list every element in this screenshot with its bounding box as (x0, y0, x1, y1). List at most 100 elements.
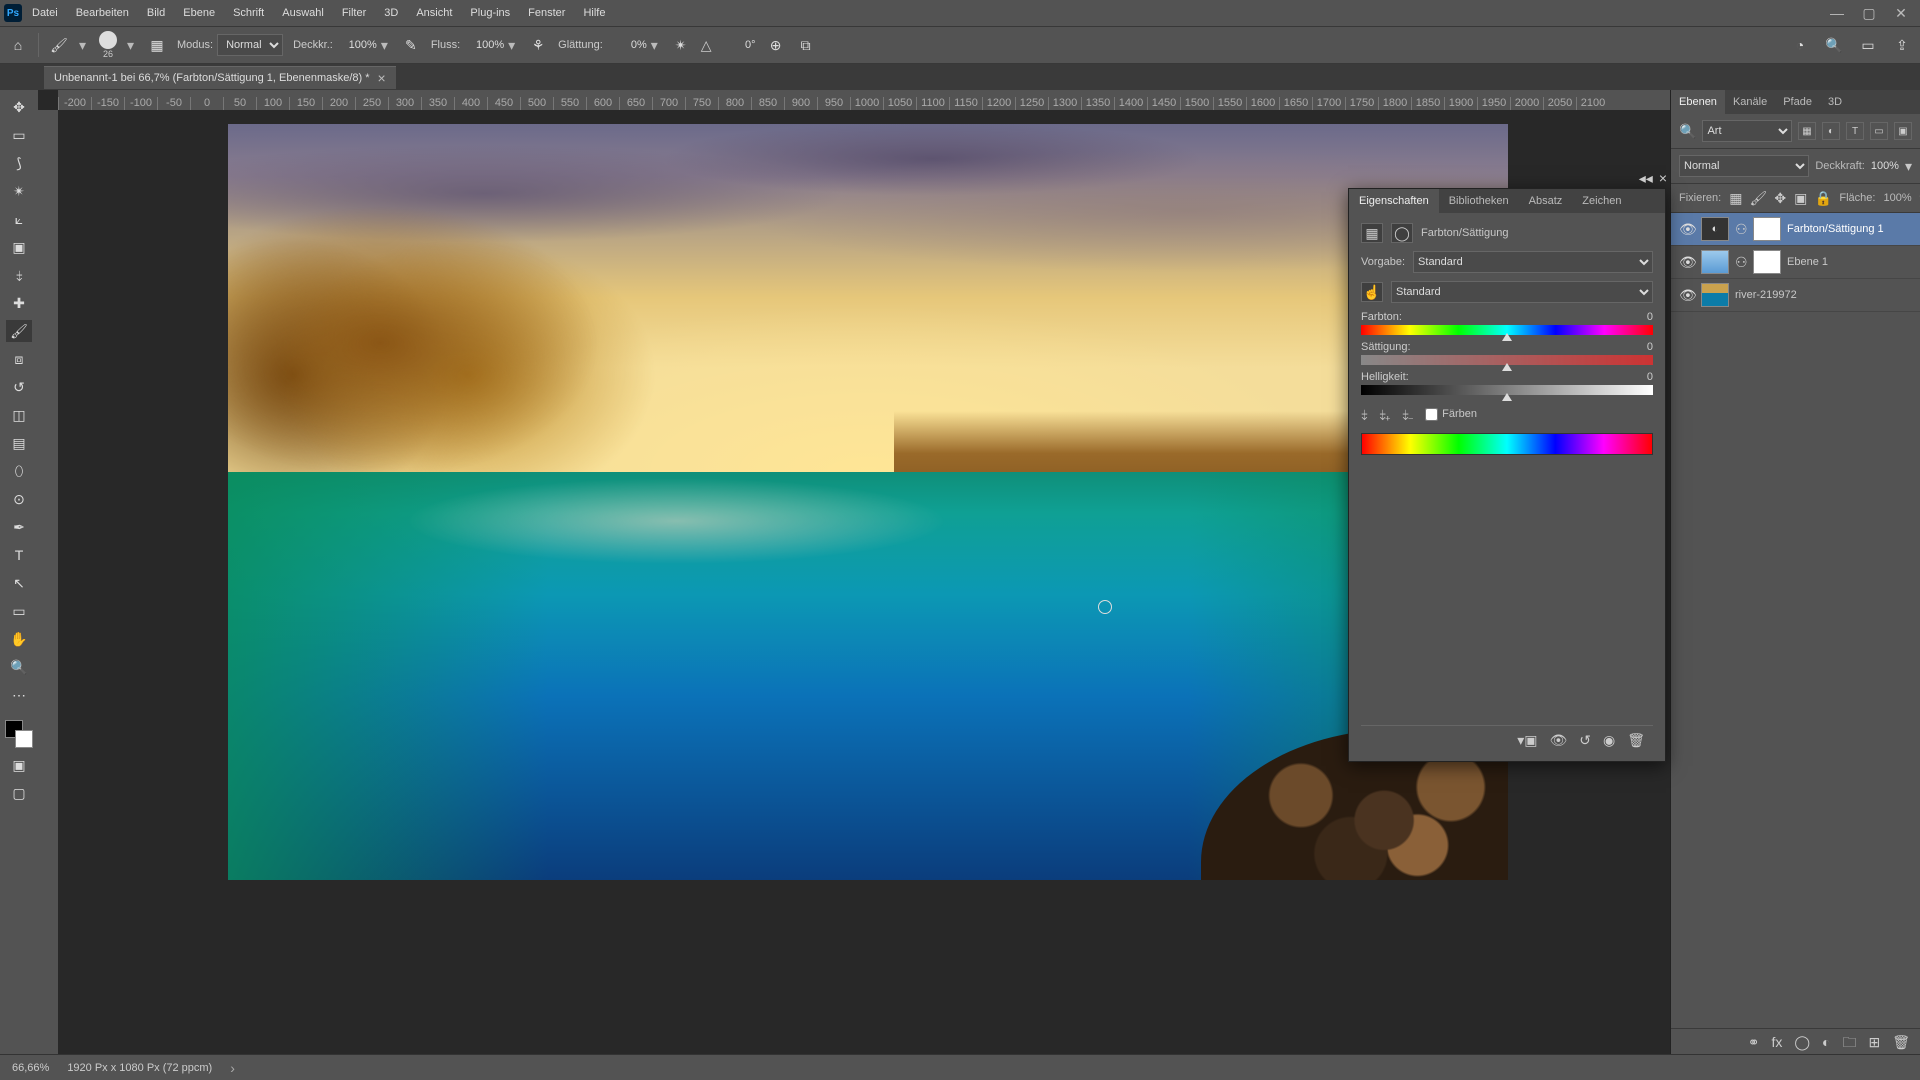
lock-transparency-icon[interactable]: ▦ (1729, 190, 1742, 206)
tab-3d[interactable]: 3D (1820, 90, 1850, 114)
lightness-slider[interactable]: Helligkeit:0 (1361, 371, 1653, 395)
menu-bearbeiten[interactable]: Bearbeiten (68, 3, 137, 23)
delete-adjustment-icon[interactable]: 🗑 (1627, 733, 1645, 747)
brush-picker-dropdown-icon[interactable]: ▾ (127, 38, 137, 52)
menu-3d[interactable]: 3D (376, 3, 406, 23)
stamp-tool[interactable]: ⧈ (6, 348, 32, 370)
zoom-level[interactable]: 66,66% (12, 1062, 49, 1074)
search-icon[interactable]: 🔍 (1824, 35, 1844, 55)
link-layers-icon[interactable]: ⚭ (1748, 1035, 1760, 1049)
cloud-docs-icon[interactable]: ◔ (1790, 35, 1810, 55)
layer-name[interactable]: Farbton/Sättigung 1 (1787, 223, 1912, 235)
layer-blend-select[interactable]: Normal (1679, 155, 1809, 177)
flow-value[interactable]: 100% (464, 39, 504, 51)
close-panel-icon[interactable]: × (1659, 171, 1667, 185)
path-tool[interactable]: ↖ (6, 572, 32, 594)
layer-name[interactable]: river-219972 (1735, 289, 1912, 301)
layer-fx-icon[interactable]: fx (1771, 1035, 1782, 1049)
layer-row[interactable]: 👁 ◐ ⚇ Farbton/Sättigung 1 (1671, 213, 1920, 246)
layer-thumb[interactable] (1701, 250, 1729, 274)
edit-toolbar-icon[interactable]: ⋯ (6, 684, 32, 706)
layer-name[interactable]: Ebene 1 (1787, 256, 1912, 268)
tool-preset-dropdown-icon[interactable]: ▾ (79, 38, 89, 52)
dodge-tool[interactable]: ⊙ (6, 488, 32, 510)
history-brush-tool[interactable]: ↺ (6, 376, 32, 398)
pressure-size-icon[interactable]: ⊕ (766, 35, 786, 55)
color-swatches[interactable] (5, 720, 33, 748)
hue-value[interactable]: 0 (1647, 311, 1653, 323)
flow-dropdown-icon[interactable]: ▾ (508, 38, 518, 52)
hue-slider[interactable]: Farbton:0 (1361, 311, 1653, 335)
smoothing-dropdown-icon[interactable]: ▾ (651, 38, 661, 52)
eyedropper-tool[interactable]: ⤈ (6, 264, 32, 286)
opacity-value[interactable]: 100% (337, 39, 377, 51)
shape-tool[interactable]: ▭ (6, 600, 32, 622)
ruler-horizontal[interactable]: -200-150-100-500501001502002503003504004… (58, 90, 1670, 110)
quickmask-icon[interactable]: ▣ (6, 754, 32, 776)
hand-tool[interactable]: ✋ (6, 628, 32, 650)
new-adjustment-icon[interactable]: ◐ (1822, 1035, 1830, 1049)
filter-adjust-icon[interactable]: ◐ (1822, 122, 1840, 140)
smoothing-options-icon[interactable]: ✴ (671, 35, 691, 55)
filter-pixel-icon[interactable]: ▦ (1798, 122, 1816, 140)
eyedropper-minus-icon[interactable]: ⤈₋ (1402, 407, 1413, 421)
fill-value[interactable]: 100% (1883, 192, 1911, 204)
menu-ansicht[interactable]: Ansicht (408, 3, 460, 23)
tab-eigenschaften[interactable]: Eigenschaften (1349, 189, 1439, 213)
sat-value[interactable]: 0 (1647, 341, 1653, 353)
menu-datei[interactable]: Datei (24, 3, 66, 23)
home-icon[interactable]: ⌂ (8, 35, 28, 55)
add-mask-icon[interactable]: ◯ (1794, 1035, 1810, 1049)
workspace-icon[interactable]: ▭ (1858, 35, 1878, 55)
blend-mode-select[interactable]: Normal (217, 34, 283, 56)
symmetry-icon[interactable]: ⧉ (796, 35, 816, 55)
menu-fenster[interactable]: Fenster (520, 3, 573, 23)
link-icon[interactable]: ⚇ (1735, 222, 1747, 236)
lasso-tool[interactable]: ⟆ (6, 152, 32, 174)
layer-thumb[interactable] (1701, 283, 1729, 307)
lock-all-icon[interactable]: 🔒 (1815, 190, 1831, 206)
menu-ebene[interactable]: Ebene (175, 3, 223, 23)
heal-tool[interactable]: ✚ (6, 292, 32, 314)
ruler-vertical[interactable] (38, 110, 58, 1054)
screenmode-icon[interactable]: ▢ (6, 782, 32, 804)
new-layer-icon[interactable]: ⊞ (1868, 1035, 1880, 1049)
mask-icon[interactable]: ◯ (1391, 223, 1413, 243)
channel-select[interactable]: Standard (1391, 281, 1653, 303)
layer-opacity-value[interactable]: 100% (1871, 160, 1899, 172)
brush-tool[interactable]: 🖌 (6, 320, 32, 342)
smoothing-value[interactable]: 0% (607, 39, 647, 51)
preset-select[interactable]: Standard (1413, 251, 1653, 273)
menu-plugins[interactable]: Plug-ins (462, 3, 518, 23)
link-icon[interactable]: ⚇ (1735, 255, 1747, 269)
tab-close-icon[interactable]: × (378, 71, 386, 85)
menu-bild[interactable]: Bild (139, 3, 173, 23)
tool-preset-icon[interactable]: 🖌 (49, 35, 69, 55)
move-tool[interactable]: ✥ (6, 96, 32, 118)
brush-panel-icon[interactable]: ▦ (147, 35, 167, 55)
wand-tool[interactable]: ✴ (6, 180, 32, 202)
window-close-icon[interactable]: ✕ (1886, 3, 1916, 23)
view-previous-icon[interactable]: 👁 (1549, 733, 1567, 747)
lock-position-icon[interactable]: ✥ (1774, 190, 1786, 206)
visibility-icon[interactable]: 👁 (1679, 222, 1695, 236)
new-group-icon[interactable]: 🗀 (1842, 1035, 1856, 1049)
document-tab[interactable]: Unbenannt-1 bei 66,7% (Farbton/Sättigung… (44, 66, 396, 89)
targeted-adjust-icon[interactable]: ☝ (1361, 282, 1383, 302)
menu-hilfe[interactable]: Hilfe (575, 3, 613, 23)
frame-tool[interactable]: ▣ (6, 236, 32, 258)
toggle-visibility-icon[interactable]: ◉ (1603, 733, 1615, 747)
pen-tool[interactable]: ✒ (6, 516, 32, 538)
filter-shape-icon[interactable]: ▭ (1870, 122, 1888, 140)
filter-type-icon[interactable]: T (1846, 122, 1864, 140)
window-maximize-icon[interactable]: ▢ (1854, 3, 1884, 23)
visibility-icon[interactable]: 👁 (1679, 255, 1695, 269)
status-menu-icon[interactable]: › (230, 1061, 235, 1075)
tab-pfade[interactable]: Pfade (1775, 90, 1820, 114)
opacity-dropdown-icon[interactable]: ▾ (381, 38, 391, 52)
eyedropper-icon[interactable]: ⤈ (1361, 407, 1367, 421)
pressure-opacity-icon[interactable]: ✎ (401, 35, 421, 55)
mask-thumb[interactable] (1753, 250, 1781, 274)
lock-pixels-icon[interactable]: 🖌 (1750, 190, 1766, 206)
colorize-input[interactable] (1425, 408, 1438, 421)
